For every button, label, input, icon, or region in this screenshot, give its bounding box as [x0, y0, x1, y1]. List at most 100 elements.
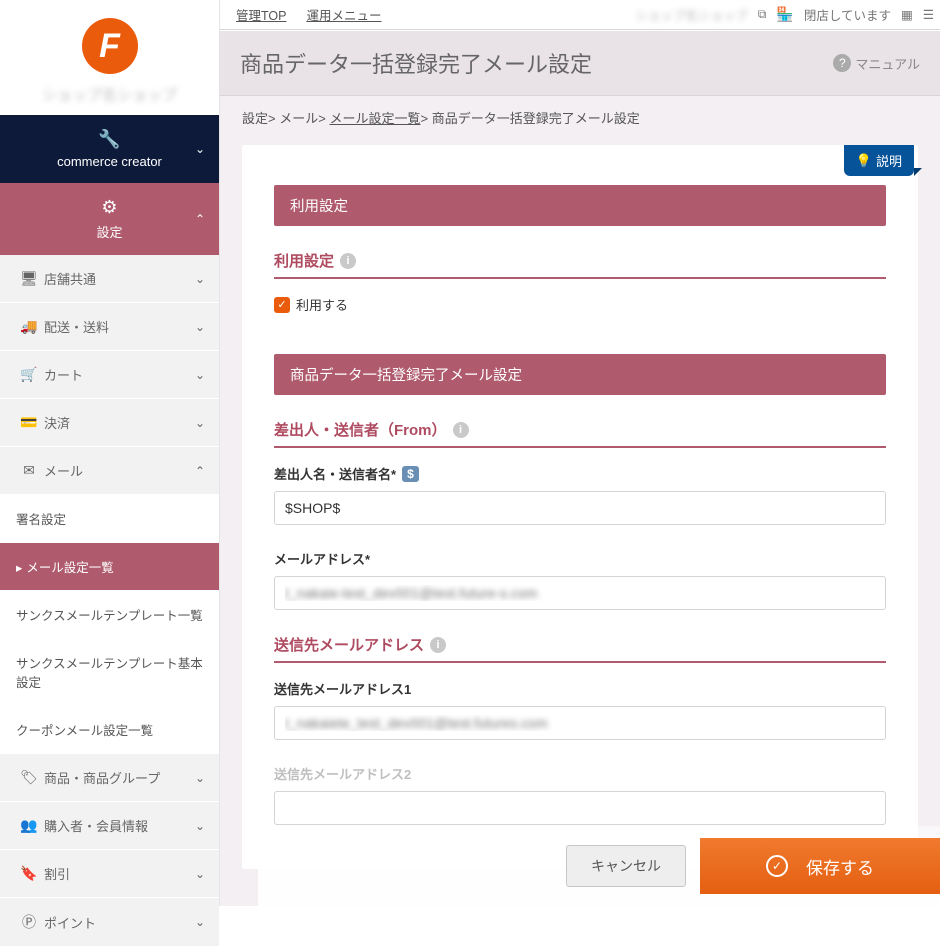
nav-shipping[interactable]: 🚚 配送・送料 ⌄ [0, 303, 219, 351]
field-usage-title: 利用設定 i [274, 250, 886, 279]
nav-payment[interactable]: 💳 決済 ⌄ [0, 399, 219, 447]
sender-name-input[interactable] [274, 491, 886, 525]
tag-icon: 🔖 [16, 865, 42, 882]
tab-operation-menu[interactable]: 運用メニュー [296, 0, 391, 30]
chevron-down-icon: ⌄ [195, 819, 205, 833]
info-icon[interactable]: i [340, 253, 356, 269]
subnav-mail-settings-list[interactable]: ▸メール設定一覧 [0, 543, 219, 591]
mail-icon: ✉ [16, 462, 42, 479]
sender-name-label: 差出人名・送信者名* $ [274, 464, 886, 483]
dest1-input[interactable] [274, 706, 886, 740]
cancel-button[interactable]: キャンセル [566, 845, 686, 887]
mail-address-label: メールアドレス* [274, 549, 886, 568]
chevron-down-icon: ⌄ [195, 771, 205, 785]
info-icon[interactable]: i [453, 422, 469, 438]
use-label: 利用する [296, 295, 348, 314]
cart-icon: 🛒 [16, 366, 42, 383]
wrench-icon: 🔧 [97, 129, 123, 150]
manual-label: マニュアル [855, 54, 920, 73]
crumb-current: 商品データ一括登録完了メール設定 [432, 111, 640, 126]
crumb-settings[interactable]: 設定 [242, 111, 268, 126]
subnav-thanks-template-list[interactable]: サンクスメールテンプレート一覧 [0, 591, 219, 639]
nav-commerce-label: commerce creator [57, 154, 162, 169]
section-mail-bar: 商品データ一括登録完了メール設定 [274, 354, 886, 395]
chevron-down-icon: ⌄ [195, 867, 205, 881]
field-title-label: 送信先メールアドレス [274, 634, 424, 655]
logo-letter: F [99, 27, 120, 66]
nav-customers[interactable]: 👥 購入者・会員情報 ⌄ [0, 802, 219, 850]
nav-label: メール [44, 461, 83, 480]
nav-label: 決済 [44, 413, 70, 432]
bag-icon: 🏷 [16, 769, 42, 786]
mail-address-input[interactable] [274, 576, 886, 610]
manual-link[interactable]: ? マニュアル [833, 54, 920, 73]
use-checkbox-row[interactable]: ✓ 利用する [274, 295, 886, 314]
users-icon: 👥 [16, 817, 42, 834]
checkbox-checked-icon[interactable]: ✓ [274, 297, 290, 313]
settings-card: 💡 説明 利用設定 利用設定 i ✓ 利用する 商品データ一括登録完了メール設定… [242, 145, 918, 869]
crumb-mail-list[interactable]: メール設定一覧 [329, 111, 420, 126]
field-dest-title: 送信先メールアドレス i [274, 634, 886, 663]
nav-label: 配送・送料 [44, 317, 109, 336]
nav-mail[interactable]: ✉ メール ⌃ [0, 447, 219, 495]
logo-icon: F [82, 18, 138, 74]
nav-store-common[interactable]: 🖥 店舗共通 ⌄ [0, 255, 219, 303]
nav-products[interactable]: 🏷 商品・商品グループ ⌄ [0, 754, 219, 802]
store-closed-label: 閉店しています [804, 5, 891, 24]
nav-label: 店舗共通 [44, 269, 96, 288]
label-text: メールアドレス* [274, 549, 370, 568]
shop-header-name: ショップ名ショップ [635, 5, 748, 24]
dest2-input[interactable] [274, 791, 886, 825]
nav-commerce-creator[interactable]: 🔧 commerce creator ⌄ [0, 115, 219, 183]
section-usage-bar: 利用設定 [274, 185, 886, 226]
content: 💡 説明 利用設定 利用設定 i ✓ 利用する 商品データ一括登録完了メール設定… [220, 139, 940, 906]
truck-icon: 🚚 [16, 318, 42, 335]
chevron-down-icon: ⌄ [195, 915, 205, 929]
subnav-signature[interactable]: 署名設定 [0, 495, 219, 543]
breadcrumb: 設定> メール> メール設定一覧> 商品データ一括登録完了メール設定 [220, 96, 940, 139]
chevron-up-icon: ⌃ [195, 212, 205, 226]
subnav-thanks-template-basic[interactable]: サンクスメールテンプレート基本設定 [0, 639, 219, 706]
shop-name: ショップ名ショップ [10, 84, 209, 105]
page-title-bar: 商品データ一括登録完了メール設定 ? マニュアル [220, 30, 940, 96]
dest2-label: 送信先メールアドレス2 [274, 764, 886, 783]
store-icon: 🏪 [776, 6, 793, 23]
chevron-down-icon: ⌄ [195, 416, 205, 430]
save-button[interactable]: ✓ 保存する [700, 838, 940, 894]
logo-block: F ショップ名ショップ [0, 0, 219, 115]
gear-icon: ⚙ [97, 197, 123, 218]
main: 管理TOP 運用メニュー ショップ名ショップ ⧉ 🏪 閉店しています ▦ ☰ 商… [220, 0, 940, 906]
nav-discount[interactable]: 🔖 割引 ⌄ [0, 850, 219, 898]
footer-actions: キャンセル ✓ 保存する [258, 826, 940, 906]
explain-tab[interactable]: 💡 説明 [844, 145, 914, 176]
tab-admin-top[interactable]: 管理TOP [226, 0, 296, 30]
question-icon: ? [833, 54, 851, 72]
nav-settings-label: 設定 [96, 222, 122, 241]
field-title-label: 差出人・送信者（From） [274, 419, 447, 440]
hamburger-icon[interactable]: ☰ [923, 7, 934, 22]
external-link-icon[interactable]: ⧉ [758, 7, 767, 22]
dest1-label: 送信先メールアドレス1 [274, 679, 886, 698]
nav-points[interactable]: Ⓟ ポイント ⌄ [0, 898, 219, 947]
nav-cart[interactable]: 🛒 カート ⌄ [0, 351, 219, 399]
save-label: 保存する [806, 854, 874, 879]
crumb-mail[interactable]: メール [279, 111, 318, 126]
nav-settings[interactable]: ⚙ 設定 ⌃ [0, 183, 219, 255]
grid-icon[interactable]: ▦ [901, 7, 913, 22]
field-from-title: 差出人・送信者（From） i [274, 419, 886, 448]
chevron-up-icon: ⌃ [195, 464, 205, 478]
card-icon: 💳 [16, 414, 42, 431]
variable-badge-icon[interactable]: $ [402, 466, 419, 482]
field-title-label: 利用設定 [274, 250, 334, 271]
info-icon[interactable]: i [430, 637, 446, 653]
point-icon: Ⓟ [16, 912, 42, 932]
lightbulb-icon: 💡 [856, 153, 872, 169]
nav-label: 購入者・会員情報 [44, 816, 148, 835]
check-circle-icon: ✓ [766, 855, 788, 877]
chevron-down-icon: ⌄ [195, 368, 205, 382]
nav-label: カート [44, 365, 83, 384]
subnav-label: メール設定一覧 [26, 561, 114, 575]
subnav-coupon-mail[interactable]: クーポンメール設定一覧 [0, 706, 219, 754]
chevron-down-icon: ⌄ [195, 320, 205, 334]
label-text: 差出人名・送信者名* [274, 464, 396, 483]
